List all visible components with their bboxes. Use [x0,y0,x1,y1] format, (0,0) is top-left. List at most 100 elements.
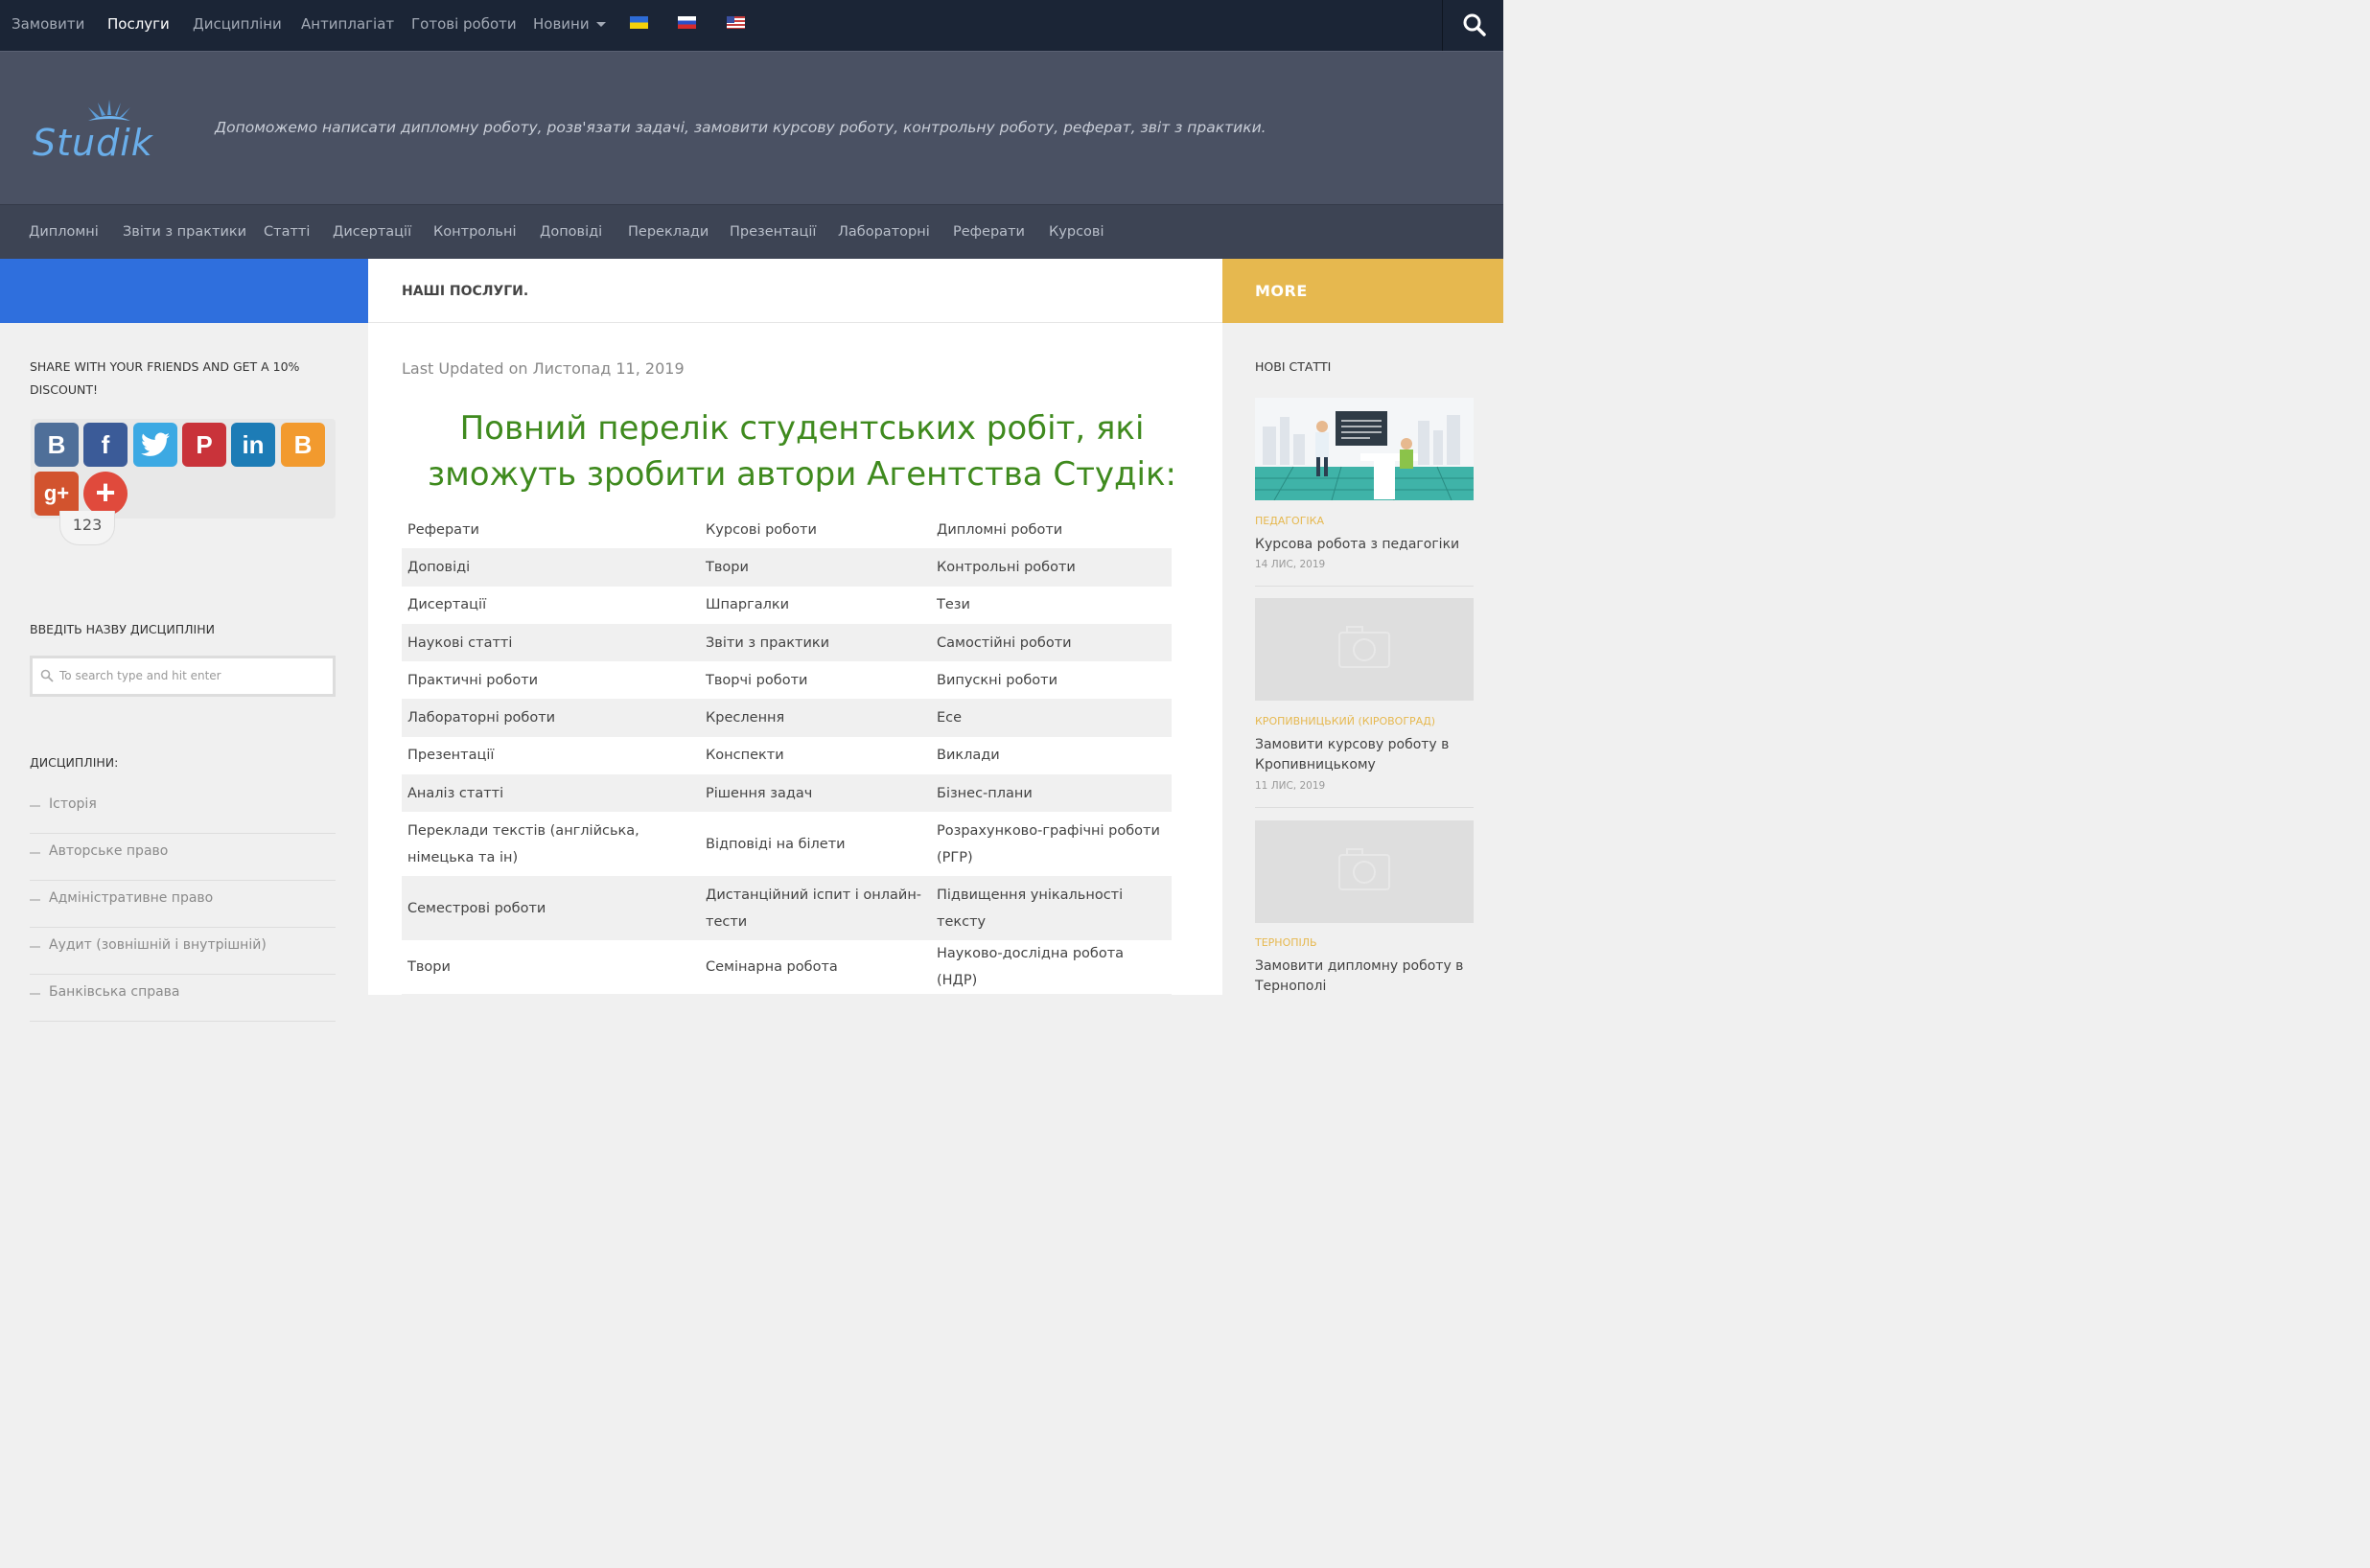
studik-logo[interactable]: Studik [29,98,187,165]
table-cell: Переклади текстів (англійська, німецька … [407,822,639,865]
camera-icon [1338,848,1390,890]
twitter-icon[interactable] [133,423,177,467]
subnav-item-practice-reports[interactable]: Звіти з практики [123,224,246,240]
table-cell: Доповіді [407,559,471,575]
post-category[interactable]: ТЕРНОПІЛЬ [1255,936,1317,949]
topnav-item-services[interactable]: Послуги [107,15,170,33]
table-row: Дисертації Шпаргалки Тези [402,587,1172,624]
discipline-label: Історія [49,796,97,812]
table-cell: Науково-дослідна робота (НДР) [937,946,1125,989]
table-cell: Дистанційний іспит і онлайн-тести [706,887,922,930]
table-cell: Підвищення унікальності тексту [937,887,1124,930]
more-label: MORE [1255,282,1308,300]
facebook-icon[interactable]: f [83,423,128,467]
site-header: Studik Допоможемо написати дипломну робо… [0,51,1503,204]
table-cell: Відповіді на білети [706,836,846,852]
table-row: Твори Семінарна робота Науково-дослідна р… [402,940,1172,994]
table-cell: Творчі роботи [706,672,808,688]
list-item[interactable]: Адміністративне право [30,881,336,928]
last-updated: Last Updated on Листопад 11, 2019 [402,359,685,378]
list-item[interactable]: Аудит (зовнішній і внутрішній) [30,928,336,975]
subnav-item-dissertations[interactable]: Дисертації [333,224,411,240]
discipline-label: Банківська справа [49,984,180,1000]
table-cell: Самостійні роботи [937,634,1072,651]
subnav-item-tests[interactable]: Контрольні [433,224,517,240]
works-table: Реферати Курсові роботи Дипломні роботи До… [402,511,1172,1032]
table-cell: Звіти з практики [706,634,830,651]
category-navigation: Дипломні Звіти з практики Статті Дисерта… [0,204,1503,259]
table-cell: Семінарна робота [706,959,838,976]
logo-text: Studik [33,122,154,164]
table-cell: Рішення задач [706,785,813,801]
table-cell: Тези [937,597,970,613]
post-thumbnail-placeholder[interactable] [1255,598,1474,701]
topnav-item-ready-works[interactable]: Готові роботи [411,15,517,33]
left-sidebar: SHARE WITH YOUR FRIENDS AND GET A 10% DI… [0,323,368,1022]
camera-icon [1338,626,1390,668]
list-item[interactable]: Банківська справа [30,975,336,1022]
subnav-item-essays[interactable]: Реферати [953,224,1025,240]
subnav-item-diplomas[interactable]: Дипломні [29,224,99,240]
flag-ua-icon[interactable] [630,16,648,29]
table-cell: Шпаргалки [706,597,790,613]
post-thumbnail-placeholder[interactable] [1255,820,1474,923]
table-cell: Семестрові роботи [407,900,546,916]
list-item[interactable]: Історія [30,787,336,834]
dash-icon [30,805,40,807]
table-row: Доповіді Твори Контрольні роботи [402,548,1172,587]
table-cell: Курсові роботи [706,521,817,538]
vk-icon[interactable]: B [35,423,79,467]
share-buttons: B f P in B g+ + [31,419,336,519]
add-more-icon[interactable]: + [83,472,128,516]
post-title[interactable]: Курсова робота з педагогіки [1255,535,1466,555]
table-row: Переклади текстів (англійська, німецька … [402,812,1172,876]
search-icon[interactable] [1461,12,1488,38]
topnav-item-order[interactable]: Замовити [12,15,84,33]
dash-icon [30,899,40,901]
topnav-item-antiplagiarism[interactable]: Антиплагіат [301,15,394,33]
table-cell: Розрахунково-графічні роботи (РГР) [937,822,1160,865]
list-item[interactable]: Авторське право [30,834,336,881]
topnav-item-news[interactable]: Новини [533,15,606,33]
table-row: Практичні роботи Творчі роботи Випускні ро… [402,661,1172,699]
table-row: Презентації Конспекти Виклади [402,737,1172,774]
article-headline: Повний перелік студентських робіт, які з… [427,409,1176,494]
post-date: 14 ЛИС, 2019 [1255,559,1326,570]
disciplines-list: Історія Авторське право Адміністративне … [30,787,336,1022]
google-plus-icon[interactable]: g+ [35,472,79,516]
subnav-item-presentations[interactable]: Презентації [730,224,816,240]
top-navigation: Замовити Послуги Дисципліни Антиплагіат … [0,0,1503,51]
discipline-search-input[interactable]: To search type and hit enter [30,656,336,697]
topnav-item-disciplines[interactable]: Дисципліни [193,15,282,33]
subnav-item-articles[interactable]: Статті [264,224,310,240]
post-category[interactable]: КРОПИВНИЦЬКИЙ (КІРОВОГРАД) [1255,715,1435,727]
sidebar-color-band [0,259,368,323]
subnav-item-reports[interactable]: Доповіді [540,224,602,240]
table-row: Аналіз статті Рішення задач Бізнес-плани [402,774,1172,813]
subnav-item-coursework[interactable]: Курсові [1049,224,1104,240]
table-cell [402,994,700,1031]
search-widget-title: ВВЕДІТЬ НАЗВУ ДИСЦИПЛІНИ [30,622,215,636]
post-date: 11 ЛИС, 2019 [1255,780,1326,792]
page-title: НАШІ ПОСЛУГИ. [402,284,529,299]
table-cell: Дисертації [407,597,487,613]
subnav-item-translations[interactable]: Переклади [628,224,709,240]
table-row: Наукові статті Звіти з практики Самостійні… [402,623,1172,662]
search-placeholder: To search type and hit enter [59,669,221,682]
post-thumbnail-illustration[interactable] [1255,398,1474,501]
post-title[interactable]: Замовити курсову роботу в Кропивницькому [1255,735,1466,775]
post-category[interactable]: ПЕДАГОГІКА [1255,515,1324,527]
linkedin-icon[interactable]: in [231,423,275,467]
flag-ru-icon[interactable] [678,16,696,29]
flag-us-icon[interactable] [727,16,745,29]
table-cell: Презентації [407,748,495,764]
blogger-icon[interactable]: B [281,423,325,467]
table-cell: Есе [937,710,963,726]
topnav-news-label: Новини [533,15,590,33]
subnav-item-labs[interactable]: Лабораторні [838,224,930,240]
post-title[interactable]: Замовити дипломну роботу в Тернополі [1255,957,1466,997]
share-widget-title: SHARE WITH YOUR FRIENDS AND GET A 10% DI… [30,359,300,397]
table-row: Лабораторні роботи Креслення Есе [402,699,1172,737]
discipline-label: Авторське право [49,843,169,859]
pinterest-icon[interactable]: P [182,423,226,467]
